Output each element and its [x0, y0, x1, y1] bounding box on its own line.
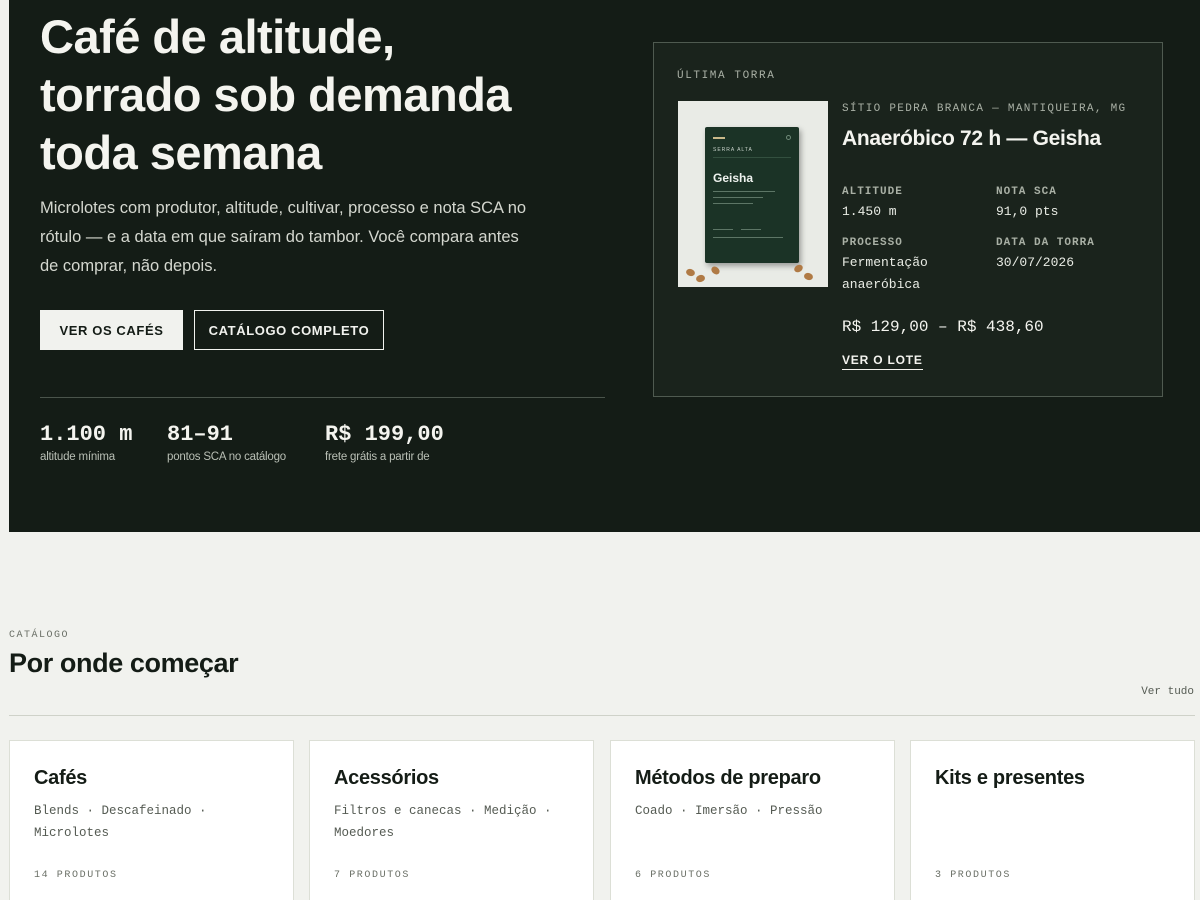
bag-accent — [713, 137, 725, 139]
category-title: Kits e presentes — [935, 767, 1085, 789]
stat-label: frete grátis a partir de — [325, 451, 430, 463]
hero-divider — [40, 397, 605, 398]
lot-price-range: R$ 129,00 – R$ 438,60 — [842, 318, 1044, 336]
category-card-accessories[interactable]: Acessórios Filtros e canecas · Medição ·… — [309, 740, 594, 900]
hero-section: Café de altitude, torrado sob demanda to… — [9, 0, 1200, 532]
catalog-divider — [9, 715, 1195, 716]
catalog-title: Por onde começar — [9, 648, 239, 678]
spec-label: NOTA SCA — [996, 186, 1057, 198]
category-title: Acessórios — [334, 767, 439, 789]
category-card-brewing-methods[interactable]: Métodos de preparo Coado · Imersão · Pre… — [610, 740, 895, 900]
category-description: Coado · Imersão · Pressão — [635, 804, 823, 818]
bag-text-line — [713, 191, 775, 192]
hero-title: Café de altitude, torrado sob demanda to… — [40, 8, 600, 182]
coffee-bean — [709, 264, 722, 277]
stat-label: altitude mínima — [40, 451, 115, 463]
coffee-bag-image[interactable]: SERRA ALTA Geisha — [678, 101, 828, 287]
spec-roast-date: DATA DA TORRA 30/07/2026 — [996, 237, 1095, 274]
see-lot-link[interactable]: VER O LOTE — [842, 353, 923, 370]
spec-value: 1.450 m — [842, 204, 897, 219]
coffee-bean — [695, 273, 706, 284]
stat-label: pontos SCA no catálogo — [167, 451, 286, 463]
bag-text-line — [713, 197, 763, 198]
spec-value: 30/07/2026 — [996, 255, 1075, 270]
bag-fine-print — [713, 157, 791, 169]
spec-label: PROCESSO — [842, 237, 903, 249]
spec-value: 91,0 pts — [996, 204, 1059, 219]
spec-label: ALTITUDE — [842, 186, 903, 198]
stat-value: 1.100 m — [40, 422, 133, 447]
stat-free-shipping: R$ 199,00 frete grátis a partir de — [325, 421, 444, 463]
bag-logo-icon — [786, 135, 791, 140]
spec-process: PROCESSO Fermentação anaeróbica — [842, 237, 972, 296]
stat-min-altitude: 1.100 m altitude mínima — [40, 421, 132, 463]
bag-brand: SERRA ALTA — [713, 147, 753, 153]
spec-sca-score: NOTA SCA 91,0 pts — [996, 186, 1058, 223]
hero-title-line-2: torrado sob demanda — [40, 68, 512, 121]
category-count: 7 PRODUTOS — [334, 870, 411, 881]
coffee-bag: SERRA ALTA Geisha — [705, 127, 799, 263]
bag-text-line — [713, 203, 753, 204]
bag-text-line — [713, 237, 783, 238]
stat-value: 81–91 — [167, 422, 234, 447]
hero-title-line-1: Café de altitude, — [40, 10, 395, 63]
lot-origin: SÍTIO PEDRA BRANCA — MANTIQUEIRA, MG — [842, 103, 1127, 115]
category-count: 6 PRODUTOS — [635, 870, 712, 881]
hero-subtitle: Microlotes com produtor, altitude, culti… — [40, 199, 527, 275]
category-card-kits-gifts[interactable]: Kits e presentes 3 PRODUTOS — [910, 740, 1195, 900]
bag-text-line — [713, 229, 733, 230]
coffee-bean — [803, 271, 814, 282]
see-coffees-button[interactable]: VER OS CAFÉS — [40, 310, 183, 350]
category-count: 14 PRODUTOS — [34, 870, 118, 881]
category-description: Filtros e canecas · Medição · Moedores — [334, 804, 552, 840]
coffee-bean — [792, 263, 805, 274]
see-all-link[interactable]: Ver tudo — [1141, 686, 1194, 698]
lot-name: Anaeróbico 72 h — Geisha — [842, 127, 1101, 150]
category-title: Métodos de preparo — [635, 767, 821, 789]
hero-title-line-3: toda semana — [40, 126, 322, 179]
catalog-eyebrow: CATÁLOGO — [9, 630, 70, 641]
stat-value: R$ 199,00 — [325, 422, 444, 447]
full-catalog-button[interactable]: CATÁLOGO COMPLETO — [194, 310, 384, 350]
stat-sca-range: 81–91 pontos SCA no catálogo — [167, 421, 286, 463]
spec-altitude: ALTITUDE 1.450 m — [842, 186, 903, 223]
category-title: Cafés — [34, 767, 87, 789]
category-count: 3 PRODUTOS — [935, 870, 1012, 881]
bag-text-line — [741, 229, 761, 230]
bag-name: Geisha — [713, 171, 754, 185]
category-description: Blends · Descafeinado · Microlotes — [34, 804, 207, 840]
latest-roast-card: ÚLTIMA TORRA SERRA ALTA Geisha SÍTIO PED… — [653, 42, 1163, 397]
spec-value: Fermentação anaeróbica — [842, 255, 928, 292]
latest-roast-eyebrow: ÚLTIMA TORRA — [677, 70, 776, 82]
spec-label: DATA DA TORRA — [996, 237, 1095, 249]
category-card-coffees[interactable]: Cafés Blends · Descafeinado · Microlotes… — [9, 740, 294, 900]
coffee-bean — [685, 267, 696, 278]
